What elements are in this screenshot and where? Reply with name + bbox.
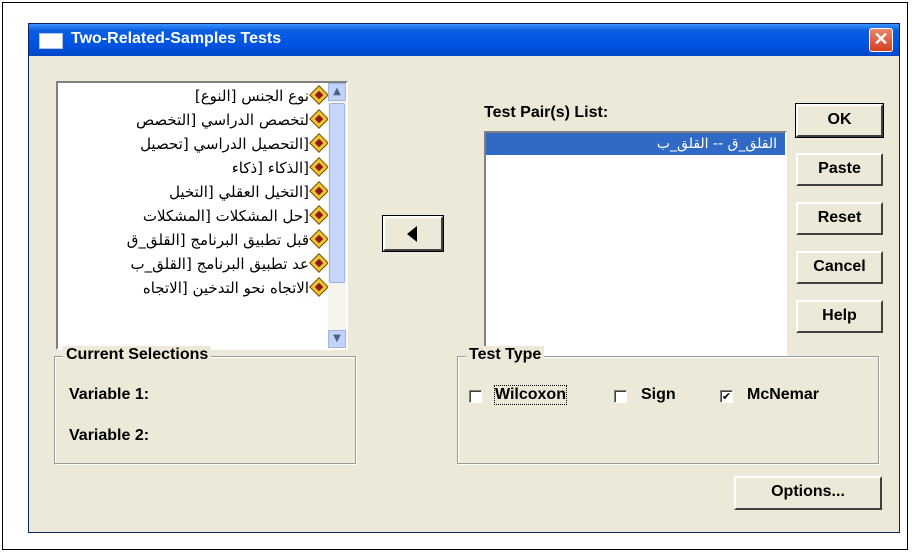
sign-checkbox[interactable]	[614, 390, 627, 403]
cancel-button[interactable]: Cancel	[796, 251, 883, 284]
variable1-label: Variable 1:	[69, 386, 150, 403]
variable-item[interactable]: نوع الجنس [النوع]	[58, 83, 328, 107]
test-pairs-label: Test Pair(s) List:	[484, 104, 609, 121]
nominal-variable-icon	[309, 132, 328, 153]
nominal-variable-icon	[309, 228, 328, 249]
variable-label: [التخيل العقلي [التخيل	[169, 182, 309, 201]
nominal-variable-icon	[309, 252, 328, 273]
window-title: Two-Related-Samples Tests	[71, 30, 282, 47]
variable-label: [التحصيل الدراسي [تحصيل	[140, 134, 309, 153]
variable-label: الاتجاه نحو التدخين [الاتجاه	[142, 278, 309, 297]
left-arrow-icon	[407, 226, 417, 242]
close-icon: ✕	[873, 29, 889, 49]
help-button[interactable]: Help	[796, 300, 883, 333]
test-pair-row-selected[interactable]: القلق_ق -- القلق_ب	[486, 133, 785, 155]
options-button[interactable]: Options...	[734, 476, 882, 510]
variable-label: قبل تطبيق البرنامج [القلق_ق	[126, 230, 309, 249]
close-button[interactable]: ✕	[869, 28, 893, 52]
variable-item[interactable]: الاتجاه نحو التدخين [الاتجاه	[58, 275, 328, 299]
variable-item[interactable]: عد تطبيق البرنامج [القلق_ب	[58, 251, 328, 275]
reset-button[interactable]: Reset	[796, 202, 883, 235]
variable-item[interactable]: [حل المشكلات [المشكلات	[58, 203, 328, 227]
nominal-variable-icon	[309, 108, 328, 129]
checkmark-icon: ✔	[721, 390, 732, 403]
mcnemar-checkbox[interactable]: ✔	[720, 390, 733, 403]
variable-list-scrollbar[interactable]: ▲ ▼	[328, 83, 346, 348]
variable-label: عد تطبيق البرنامج [القلق_ب	[130, 254, 309, 273]
scroll-down-arrow-icon[interactable]: ▼	[328, 330, 346, 348]
wilcoxon-label[interactable]: Wilcoxon	[494, 385, 567, 405]
variable-item[interactable]: قبل تطبيق البرنامج [القلق_ق	[58, 227, 328, 251]
variable-list-items: نوع الجنس [النوع] لتخصص الدراسي [التخصص …	[58, 83, 328, 348]
mcnemar-label[interactable]: McNemar	[747, 386, 819, 404]
test-type-title: Test Type	[466, 346, 545, 364]
nominal-variable-icon	[309, 276, 328, 297]
nominal-variable-icon	[309, 180, 328, 201]
current-selections-title: Current Selections	[63, 346, 212, 364]
variable-item[interactable]: [الذكاء [ذكاء	[58, 155, 328, 179]
variable2-label: Variable 2:	[69, 427, 150, 444]
current-selections-group: Current Selections	[54, 346, 356, 464]
sign-label[interactable]: Sign	[641, 386, 676, 404]
variable-item[interactable]: لتخصص الدراسي [التخصص	[58, 107, 328, 131]
wilcoxon-checkbox[interactable]	[469, 390, 482, 403]
title-bar[interactable]: Two-Related-Samples Tests ✕	[29, 24, 899, 56]
variable-label: [الذكاء [ذكاء	[231, 158, 309, 177]
ok-button[interactable]: OK	[795, 103, 884, 138]
variable-label: نوع الجنس [النوع]	[194, 86, 309, 105]
paste-button[interactable]: Paste	[796, 153, 883, 186]
test-pairs-list[interactable]: القلق_ق -- القلق_ب	[484, 131, 787, 357]
move-variable-button[interactable]	[382, 215, 444, 252]
variable-item[interactable]: [التخيل العقلي [التخيل	[58, 179, 328, 203]
nominal-variable-icon	[309, 156, 328, 177]
two-related-samples-dialog: Two-Related-Samples Tests ✕ نوع الجنس [ا…	[28, 23, 900, 533]
variable-item[interactable]: [التحصيل الدراسي [تحصيل	[58, 131, 328, 155]
test-type-group: Test Type	[457, 346, 879, 464]
scroll-up-arrow-icon[interactable]: ▲	[328, 83, 346, 101]
window-icon	[39, 33, 63, 49]
variable-list[interactable]: نوع الجنس [النوع] لتخصص الدراسي [التخصص …	[56, 81, 348, 350]
variable-label: لتخصص الدراسي [التخصص	[136, 110, 309, 129]
nominal-variable-icon	[309, 84, 328, 105]
nominal-variable-icon	[309, 204, 328, 225]
scroll-thumb[interactable]	[329, 103, 345, 283]
variable-label: [حل المشكلات [المشكلات	[142, 206, 309, 225]
